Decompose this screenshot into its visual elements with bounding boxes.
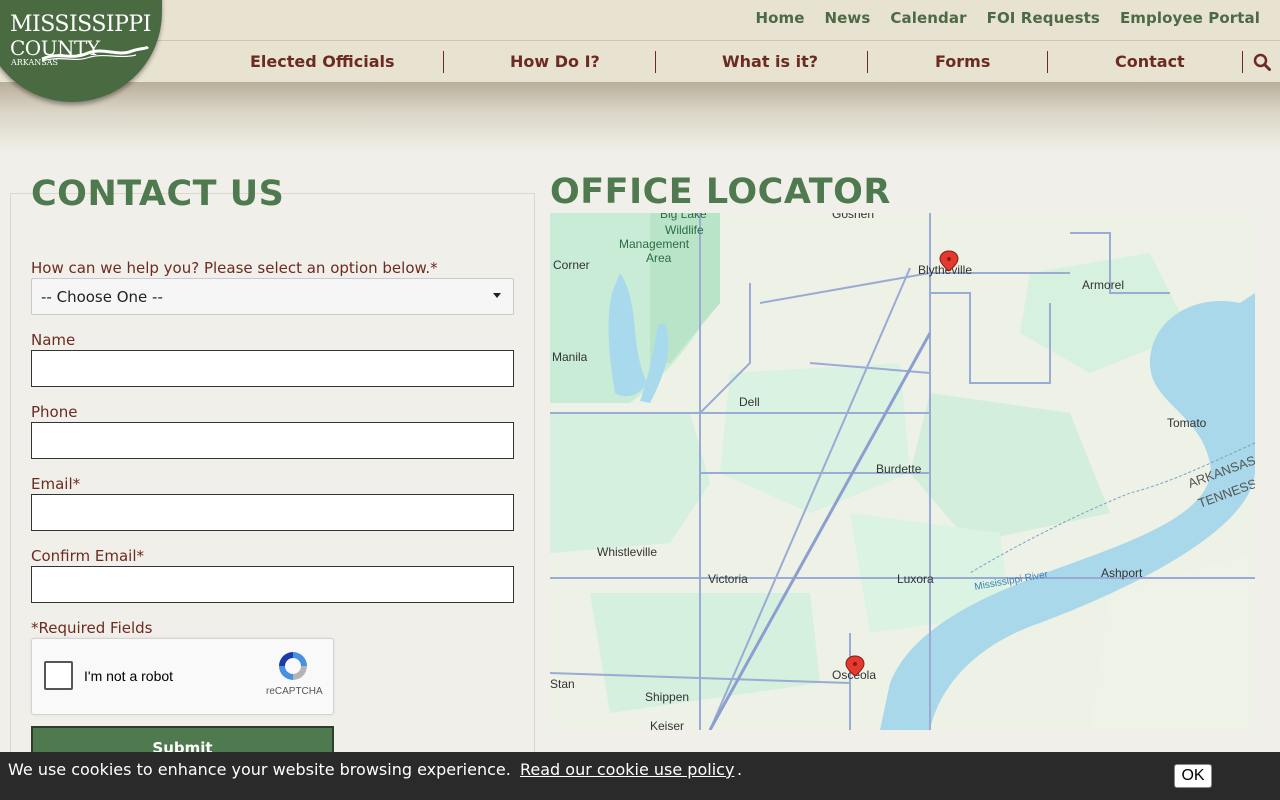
recaptcha-brand: reCAPTCHA bbox=[266, 686, 323, 697]
nav-contact[interactable]: Contact bbox=[1115, 52, 1185, 71]
recaptcha-widget: I'm not a robot reCAPTCHA bbox=[31, 638, 334, 715]
svg-text:Wildlife: Wildlife bbox=[665, 223, 704, 237]
river-graphic bbox=[41, 45, 150, 62]
svg-text:Stan: Stan bbox=[550, 677, 575, 691]
nav-news-link[interactable]: News bbox=[825, 9, 871, 27]
nav-divider bbox=[1047, 51, 1048, 73]
cookie-period: . bbox=[737, 760, 743, 779]
svg-text:Goshen: Goshen bbox=[832, 213, 874, 221]
cookie-banner: We use cookies to enhance your website b… bbox=[0, 752, 1280, 800]
cookie-message: We use cookies to enhance your website b… bbox=[8, 760, 511, 779]
email-field[interactable] bbox=[31, 494, 514, 531]
nav-elected-officials[interactable]: Elected Officials bbox=[250, 52, 395, 71]
nav-divider bbox=[655, 51, 656, 73]
confirm-email-label: Confirm Email* bbox=[31, 547, 145, 565]
recaptcha-checkbox[interactable] bbox=[44, 661, 73, 690]
locator-heading: OFFICE LOCATOR bbox=[550, 172, 891, 212]
header-shadow bbox=[0, 82, 1280, 152]
svg-text:Corner: Corner bbox=[553, 258, 590, 272]
nav-divider bbox=[1242, 51, 1243, 73]
svg-text:Armorel: Armorel bbox=[1082, 278, 1124, 292]
svg-text:Management: Management bbox=[619, 237, 690, 251]
svg-text:Area: Area bbox=[646, 251, 672, 265]
nav-home-link[interactable]: Home bbox=[755, 9, 804, 27]
confirm-email-field[interactable] bbox=[31, 566, 514, 603]
nav-divider bbox=[867, 51, 868, 73]
main-nav-bar: Elected Officials How Do I? What is it? … bbox=[0, 40, 1280, 82]
main-nav: Elected Officials How Do I? What is it? … bbox=[0, 41, 1280, 83]
recaptcha-logo-icon bbox=[279, 652, 307, 680]
svg-text:Shippen: Shippen bbox=[645, 690, 689, 704]
svg-text:Keiser: Keiser bbox=[650, 719, 684, 730]
cookie-ok-button[interactable]: OK bbox=[1174, 764, 1212, 788]
svg-text:Tomato: Tomato bbox=[1167, 416, 1207, 430]
svg-text:Ashport: Ashport bbox=[1101, 566, 1143, 580]
map-canvas[interactable]: Goshen Big Lake Wildlife Management Area… bbox=[550, 213, 1255, 730]
email-label: Email* bbox=[31, 475, 81, 493]
logo-text-mississippi: MISSISSIPPI bbox=[10, 12, 151, 37]
utility-nav: Home News Calendar FOI Requests Employee… bbox=[755, 9, 1260, 27]
top-bar: Home News Calendar FOI Requests Employee… bbox=[0, 0, 1280, 40]
recaptcha-text: I'm not a robot bbox=[84, 668, 174, 684]
help-label: How can we help you? Please select an op… bbox=[31, 259, 438, 277]
search-icon[interactable] bbox=[1253, 53, 1271, 71]
required-note: *Required Fields bbox=[31, 619, 153, 637]
name-field[interactable] bbox=[31, 350, 514, 387]
nav-calendar-link[interactable]: Calendar bbox=[890, 9, 966, 27]
svg-text:Dell: Dell bbox=[739, 395, 760, 409]
nav-foi-link[interactable]: FOI Requests bbox=[987, 9, 1100, 27]
contact-heading: CONTACT US bbox=[31, 174, 285, 214]
svg-text:Luxora: Luxora bbox=[897, 572, 934, 586]
svg-text:Manila: Manila bbox=[552, 350, 588, 364]
cookie-policy-link[interactable]: Read our cookie use policy bbox=[520, 760, 734, 779]
phone-label: Phone bbox=[31, 403, 78, 421]
svg-text:Burdette: Burdette bbox=[876, 462, 922, 476]
nav-employee-portal-link[interactable]: Employee Portal bbox=[1120, 9, 1260, 27]
nav-how-do-i[interactable]: How Do I? bbox=[510, 52, 600, 71]
svg-text:Victoria: Victoria bbox=[708, 572, 748, 586]
nav-divider bbox=[443, 51, 444, 73]
nav-what-is-it[interactable]: What is it? bbox=[722, 52, 818, 71]
chevron-down-icon bbox=[493, 293, 501, 298]
nav-forms[interactable]: Forms bbox=[935, 52, 990, 71]
help-select-value: -- Choose One -- bbox=[41, 288, 163, 306]
name-label: Name bbox=[31, 331, 76, 349]
svg-text:Big Lake: Big Lake bbox=[660, 213, 707, 221]
svg-text:Whistleville: Whistleville bbox=[597, 545, 657, 559]
help-select[interactable]: -- Choose One -- bbox=[31, 278, 514, 315]
office-map[interactable]: Goshen Big Lake Wildlife Management Area… bbox=[550, 213, 1255, 730]
phone-field[interactable] bbox=[31, 422, 514, 459]
